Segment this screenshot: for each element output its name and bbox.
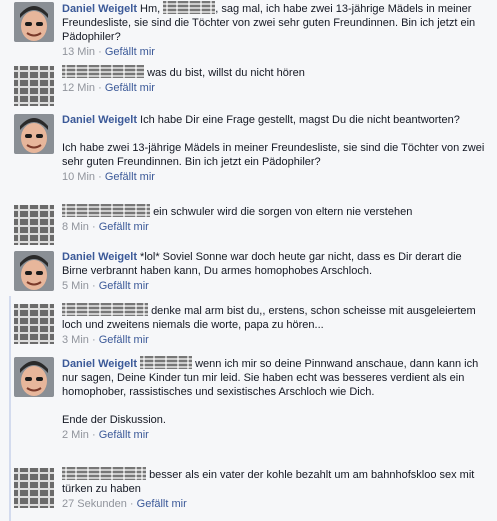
avatar[interactable] [14, 357, 54, 397]
comment-meta: 13 Min · Gefällt mir [62, 45, 487, 59]
author-link[interactable]: Daniel Weigelt [62, 251, 137, 263]
timestamp[interactable]: 13 Min [62, 46, 95, 58]
timestamp[interactable]: 5 Min [62, 280, 89, 292]
comment-text-prefix: Hm, [140, 3, 164, 15]
comment-meta: 27 Sekunden · Gefällt mir [62, 497, 487, 511]
timestamp[interactable]: 12 Min [62, 82, 95, 94]
meta-separator: · [98, 46, 102, 58]
redacted-name [140, 356, 193, 369]
avatar[interactable] [14, 2, 54, 42]
like-link[interactable]: Gefällt mir [105, 82, 155, 94]
meta-separator: · [91, 221, 96, 233]
author-link[interactable]: Daniel Weigelt [62, 3, 137, 15]
author-link[interactable]: Daniel Weigelt [62, 358, 137, 370]
timestamp[interactable]: 10 Min [62, 171, 95, 183]
comment-meta: 8 Min · Gefällt mir [62, 220, 487, 234]
redacted-avatar [14, 66, 54, 106]
comment-meta: 3 Min · Gefällt mir [62, 333, 487, 347]
meta-separator: · [98, 171, 102, 183]
comment-thread: Daniel Weigelt Hm, , sag mal, ich habe z… [0, 0, 497, 521]
redacted-name [62, 467, 146, 480]
timestamp[interactable]: 3 Min [62, 334, 89, 346]
timestamp[interactable]: 8 Min [62, 221, 89, 233]
like-link[interactable]: Gefällt mir [105, 171, 155, 183]
redacted-avatar [14, 205, 54, 245]
like-link[interactable]: Gefällt mir [99, 280, 149, 292]
comment-text-paragraph: Ende der Diskussion. [62, 414, 166, 426]
comment-text-paragraph: Ich habe zwei 13-jährige Mädels in meine… [62, 142, 485, 168]
comment-text: Ich habe Dir eine Frage gestellt, magst … [140, 114, 460, 126]
comment-text: ein schwuler wird die sorgen von eltern … [153, 206, 413, 218]
like-link[interactable]: Gefällt mir [137, 498, 187, 510]
redacted-avatar [14, 304, 54, 344]
redacted-name [62, 204, 150, 217]
timestamp[interactable]: 27 Sekunden [62, 498, 127, 510]
redacted-name [62, 65, 144, 78]
redacted-avatar [14, 468, 54, 508]
like-link[interactable]: Gefällt mir [105, 46, 155, 58]
meta-separator: · [98, 82, 102, 94]
comment-meta: 2 Min · Gefällt mir [62, 428, 487, 442]
avatar[interactable] [14, 114, 54, 154]
comment-meta: 12 Min · Gefällt mir [62, 81, 487, 95]
redacted-name [163, 1, 216, 14]
comment-text: was du bist, willst du nicht hören [147, 67, 305, 79]
comment-meta: 5 Min · Gefällt mir [62, 279, 487, 293]
like-link[interactable]: Gefällt mir [99, 429, 149, 441]
redacted-name [62, 303, 148, 316]
author-link[interactable]: Daniel Weigelt [62, 114, 137, 126]
timestamp[interactable]: 2 Min [62, 429, 89, 441]
avatar[interactable] [14, 251, 54, 291]
comment-meta: 10 Min · Gefällt mir [62, 170, 487, 184]
like-link[interactable]: Gefällt mir [99, 221, 149, 233]
like-link[interactable]: Gefällt mir [99, 334, 149, 346]
meta-separator: · [91, 429, 96, 441]
meta-separator: · [91, 280, 96, 292]
meta-separator: · [129, 498, 134, 510]
reply-focus-bar [9, 296, 11, 521]
meta-separator: · [91, 334, 96, 346]
